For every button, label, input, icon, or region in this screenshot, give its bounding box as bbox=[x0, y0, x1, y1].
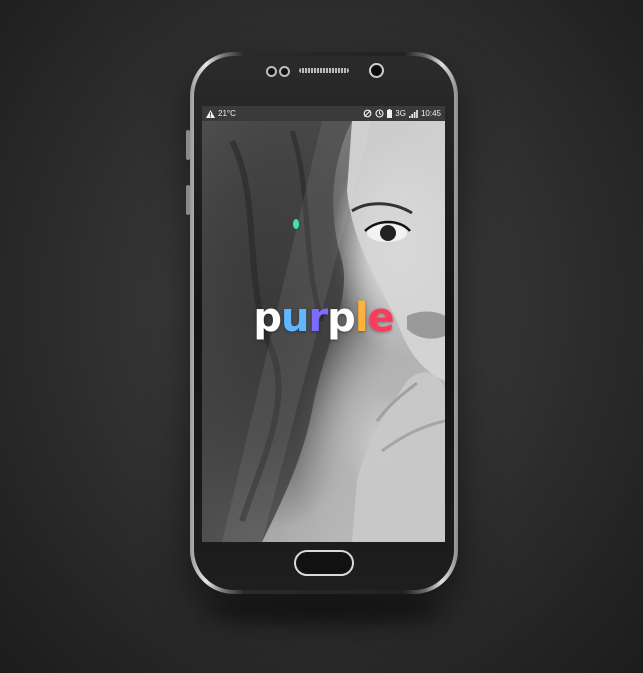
temperature-text: 21°C bbox=[218, 109, 236, 118]
logo-letter: p bbox=[327, 295, 356, 341]
app-logo: purple bbox=[202, 295, 445, 341]
logo-letter: e bbox=[367, 295, 395, 341]
clock-text: 10:45 bbox=[420, 109, 441, 118]
logo-letter: r bbox=[308, 295, 328, 341]
sync-icon bbox=[363, 109, 372, 118]
signal-icon bbox=[408, 109, 418, 118]
sensor-icon bbox=[266, 66, 277, 77]
logo-letter: p bbox=[253, 295, 282, 341]
warning-icon bbox=[206, 109, 215, 118]
logo-letter: l bbox=[354, 295, 369, 341]
alarm-icon bbox=[375, 109, 384, 118]
logo-letter: u bbox=[280, 295, 310, 341]
phone-screen: 21°C 3G 10:45 purple bbox=[202, 106, 445, 542]
logo-accent-dot bbox=[293, 219, 299, 229]
volume-up-button[interactable] bbox=[186, 130, 190, 160]
sensor-icon bbox=[279, 66, 290, 77]
earpiece-speaker bbox=[299, 68, 349, 73]
battery-icon bbox=[387, 109, 393, 118]
home-button[interactable] bbox=[294, 550, 354, 576]
network-type-text: 3G bbox=[395, 109, 406, 118]
status-bar: 21°C 3G 10:45 bbox=[202, 106, 445, 121]
volume-down-button[interactable] bbox=[186, 185, 190, 215]
phone-shadow bbox=[210, 600, 440, 624]
front-camera-icon bbox=[369, 63, 384, 78]
